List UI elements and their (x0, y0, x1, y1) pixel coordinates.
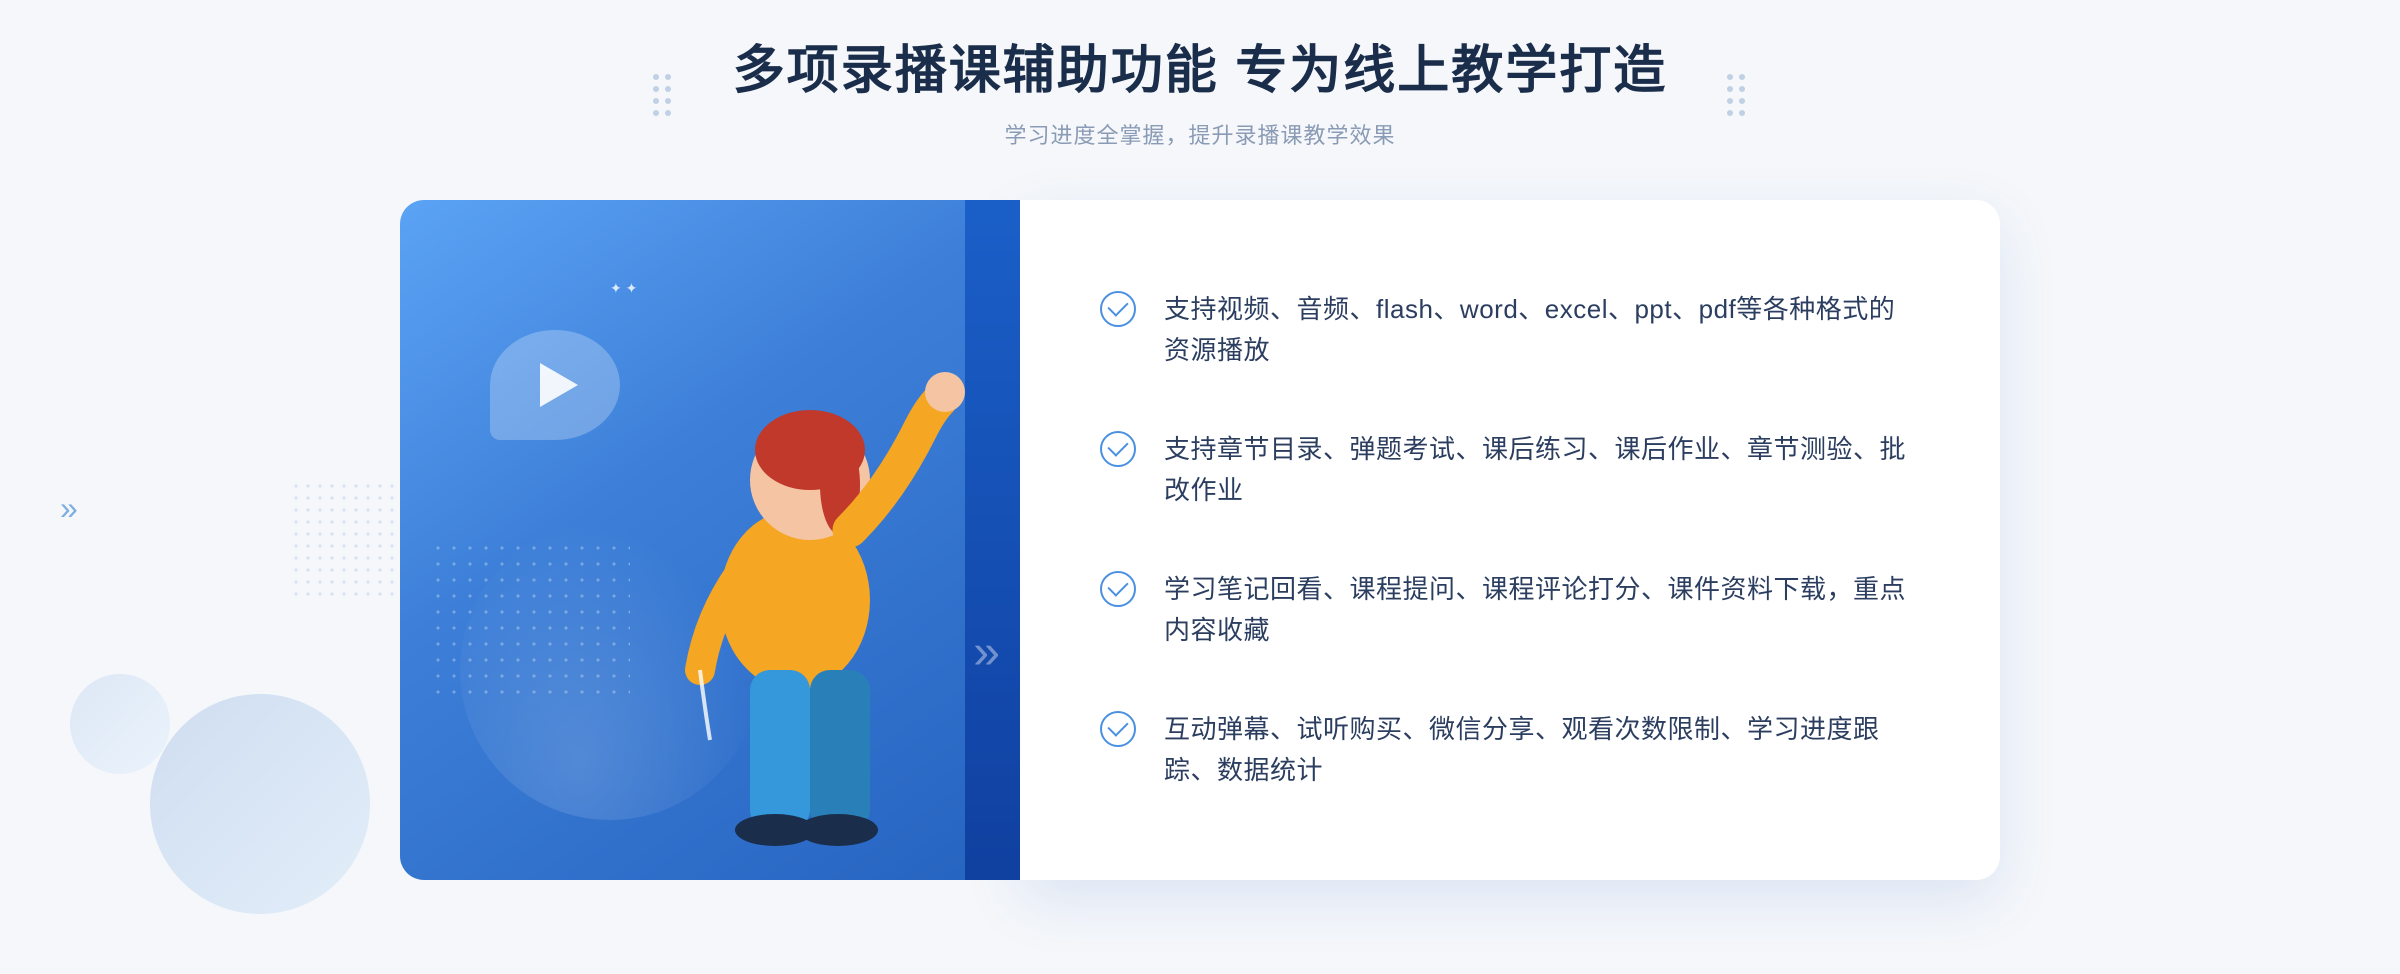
blue-strip (965, 200, 1020, 880)
dot-pattern-left (290, 480, 410, 600)
feature-text-4: 互动弹幕、试听购买、微信分享、观看次数限制、学习进度跟踪、数据统计 (1164, 709, 1920, 792)
feature-item-1: 支持视频、音频、flash、word、excel、ppt、pdf等各种格式的资源… (1100, 289, 1920, 372)
play-bubble (490, 330, 620, 440)
main-title: 多项录播课辅助功能 专为线上教学打造 (733, 40, 1667, 102)
feature-text-2: 支持章节目录、弹题考试、课后练习、课后作业、章节测验、批改作业 (1164, 429, 1920, 512)
sparkle-decoration: ✦ ✦ (610, 280, 637, 297)
header-section: 多项录播课辅助功能 专为线上教学打造 学习进度全掌握，提升录播课教学效果 (733, 40, 1667, 150)
info-card: 支持视频、音频、flash、word、excel、ppt、pdf等各种格式的资源… (1020, 200, 2000, 880)
main-content: ✦ ✦ » (400, 200, 2000, 880)
illustration-chevron: » (973, 625, 990, 680)
person-illustration (610, 310, 970, 880)
sub-title: 学习进度全掌握，提升录播课教学效果 (733, 118, 1667, 150)
check-icon-2 (1100, 431, 1136, 467)
feature-text-1: 支持视频、音频、flash、word、excel、ppt、pdf等各种格式的资源… (1164, 289, 1920, 372)
check-icon-3 (1100, 571, 1136, 607)
feature-item-3: 学习笔记回看、课程提问、课程评论打分、课件资料下载，重点内容收藏 (1100, 569, 1920, 652)
illustration-card: ✦ ✦ » (400, 200, 1020, 880)
chevron-left-icon: » (60, 490, 78, 527)
dot-group-right (1727, 74, 1747, 116)
dot-group-left (653, 74, 673, 116)
feature-item-4: 互动弹幕、试听购买、微信分享、观看次数限制、学习进度跟踪、数据统计 (1100, 709, 1920, 792)
play-triangle-icon (540, 363, 578, 407)
feature-item-2: 支持章节目录、弹题考试、课后练习、课后作业、章节测验、批改作业 (1100, 429, 1920, 512)
check-icon-1 (1100, 291, 1136, 327)
feature-text-3: 学习笔记回看、课程提问、课程评论打分、课件资料下载，重点内容收藏 (1164, 569, 1920, 652)
check-icon-4 (1100, 711, 1136, 747)
circle-decoration-large (150, 694, 370, 914)
circle-decoration-small (70, 674, 170, 774)
header-dots-right (1727, 74, 1747, 116)
header-dots-left (653, 74, 673, 116)
